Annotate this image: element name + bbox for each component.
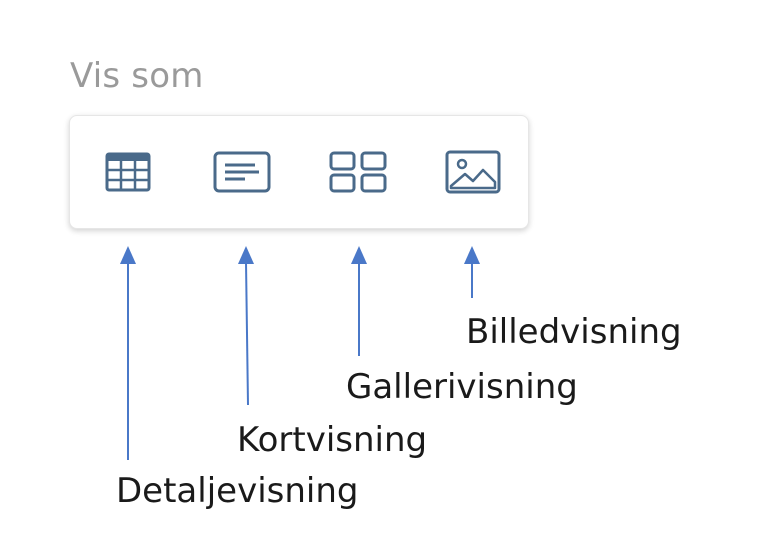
arrow-cards (238, 246, 254, 406)
arrow-details (120, 246, 136, 460)
arrow-image (464, 246, 480, 298)
view-mode-illustration: Vis som Billedvisning Gallerivisning Kor… (0, 0, 768, 557)
callout-gallery-view: Gallerivisning (346, 367, 578, 407)
callout-cards-view: Kortvisning (237, 420, 428, 460)
arrow-gallery (351, 246, 367, 356)
callout-details-view: Detaljevisning (116, 471, 359, 511)
callout-image-view: Billedvisning (466, 312, 682, 352)
